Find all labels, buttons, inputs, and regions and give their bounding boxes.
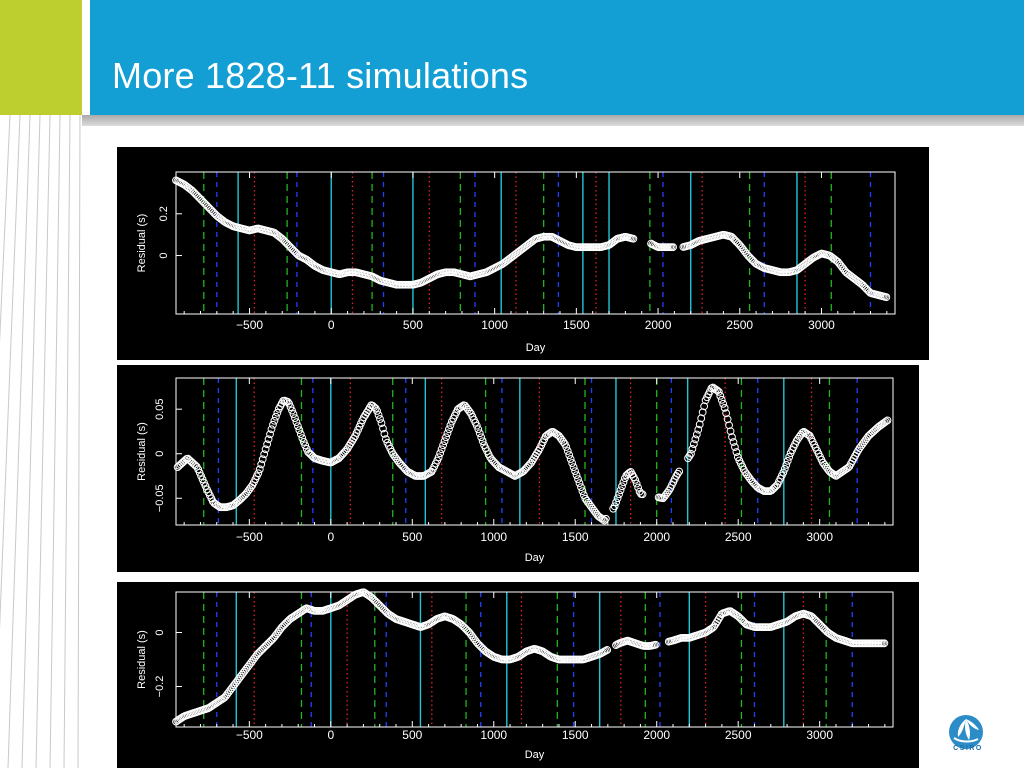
title-shadow bbox=[82, 115, 1024, 126]
chart-2-x-tick-label: 500 bbox=[402, 530, 422, 544]
chart-2-y-axis-label: Residual (s) bbox=[136, 422, 148, 481]
residual-chart-2-svg: −500 0 500 1000 1500 2000 2500 3000 −0.05 0 0.05 Da… bbox=[136, 377, 894, 564]
chart-1-x-tick-label: 1500 bbox=[563, 318, 590, 332]
chart-2-data-point bbox=[574, 475, 582, 484]
chart-2-data-point bbox=[563, 447, 572, 455]
chart-2-data-point bbox=[688, 445, 697, 453]
chart-2-y-tick-label: 0 bbox=[154, 451, 166, 457]
chart-2-data-point bbox=[618, 482, 626, 491]
chart-2-data-point bbox=[569, 463, 578, 471]
chart-2-y-tick-label: 0.05 bbox=[154, 398, 166, 419]
chart-1-x-tick-label: 2500 bbox=[726, 318, 753, 332]
chart-1-x-tick-label: 2000 bbox=[645, 318, 672, 332]
chart-2-data-point bbox=[292, 418, 301, 426]
chart-2-data-point bbox=[577, 483, 585, 492]
residual-chart-2: −500 0 500 1000 1500 2000 2500 3000 −0.05 0 0.05 Da… bbox=[117, 365, 919, 572]
chart-2-data-point bbox=[376, 415, 384, 423]
chart-2-x-tick-label: 3000 bbox=[806, 530, 833, 544]
chart-3-x-tick-label: 2500 bbox=[725, 728, 752, 742]
chart-2-data-point bbox=[634, 483, 643, 492]
chart-3-plot-frame bbox=[175, 591, 894, 728]
chart-1-y-axis-label: Residual (s) bbox=[136, 214, 148, 273]
residual-chart-3-svg: −500 0 500 1000 1500 2000 2500 3000 −0.2 0 Day Resi… bbox=[136, 588, 894, 761]
chart-2-data-point bbox=[575, 479, 584, 488]
chart-2-data-point bbox=[445, 425, 453, 434]
chart-3-series bbox=[172, 588, 889, 726]
chart-2-data-point bbox=[439, 441, 447, 450]
chart-2-y-tick-label: −0.05 bbox=[154, 484, 166, 512]
chart-2-data-point bbox=[270, 416, 279, 425]
chart-2-data-point bbox=[717, 395, 726, 404]
chart-2-data-point bbox=[571, 467, 579, 475]
chart-1-x-tick-label: 0 bbox=[328, 318, 335, 332]
chart-3-y-tick-label: 0 bbox=[154, 629, 166, 635]
chart-3-x-tick-label: −500 bbox=[236, 728, 263, 742]
chart-1-y-tick-label: 0 bbox=[158, 252, 170, 258]
chart-2-data-point bbox=[566, 455, 575, 463]
chart-2-data-point bbox=[619, 478, 628, 487]
chart-1-x-tick-label: 500 bbox=[403, 318, 423, 332]
chart-2-data-point bbox=[296, 430, 305, 439]
chart-2-data-point bbox=[689, 440, 698, 449]
chart-1-x-axis-label: Day bbox=[526, 342, 546, 354]
chart-2-data-point bbox=[565, 451, 574, 459]
chart-1-series bbox=[172, 176, 891, 302]
residual-chart-1-svg: −500 0 500 1000 1500 2000 2500 3000 0 0.2 Day Resid… bbox=[136, 171, 896, 354]
chart-3-x-axis-label: Day bbox=[525, 749, 545, 761]
chart-2-data-point bbox=[692, 430, 701, 439]
chart-1-x-tick-label: 3000 bbox=[808, 318, 835, 332]
chart-2-x-tick-label: 0 bbox=[327, 530, 334, 544]
chart-3-y-tick-label: −0.2 bbox=[154, 676, 166, 698]
chart-1-x-tick-label: 1000 bbox=[481, 318, 508, 332]
chart-2-data-point bbox=[374, 411, 383, 419]
chart-2-x-axis-label: Day bbox=[525, 552, 545, 564]
chart-2-data-point bbox=[273, 408, 282, 417]
chart-2-data-point bbox=[716, 391, 725, 400]
chart-2-data-point bbox=[291, 414, 299, 422]
chart-3-x-tick-label: 2000 bbox=[643, 728, 670, 742]
chart-2-data-point bbox=[477, 433, 486, 442]
chart-2-data-point bbox=[719, 399, 728, 408]
chart-2-data-point bbox=[613, 494, 622, 503]
chart-2-x-tick-label: −500 bbox=[236, 530, 263, 544]
chart-3-x-tick-label: 3000 bbox=[806, 728, 833, 742]
chart-2-data-point bbox=[568, 459, 577, 467]
chart-3-y-axis-label: Residual (s) bbox=[136, 630, 148, 689]
chart-2-x-tick-label: 2500 bbox=[725, 530, 752, 544]
chart-1-x-tick-label: −500 bbox=[236, 318, 263, 332]
chart-2-data-point bbox=[572, 471, 581, 480]
accent-block bbox=[0, 0, 82, 115]
csiro-logo-text: CSIRO bbox=[953, 745, 983, 752]
chart-2-data-point bbox=[436, 449, 445, 458]
residual-chart-3: −500 0 500 1000 1500 2000 2500 3000 −0.2 0 Day Resi… bbox=[117, 582, 919, 768]
chart-2-data-point bbox=[610, 502, 619, 511]
chart-2-data-point bbox=[783, 456, 792, 465]
chart-2-data-point bbox=[616, 486, 625, 495]
residual-chart-1: −500 0 500 1000 1500 2000 2500 3000 0 0.2 Day Resid… bbox=[117, 147, 929, 360]
chart-3-x-tick-label: 1500 bbox=[562, 728, 589, 742]
chart-3-x-tick-label: 1000 bbox=[480, 728, 507, 742]
chart-2-x-tick-label: 1000 bbox=[480, 530, 507, 544]
chart-2-data-point bbox=[442, 433, 450, 442]
chart-2-data-point bbox=[475, 429, 484, 438]
chart-2-x-tick-label: 2000 bbox=[643, 530, 670, 544]
chart-2-data-point bbox=[443, 429, 452, 438]
chart-3-x-tick-label: 0 bbox=[327, 728, 334, 742]
chart-2-data-point bbox=[271, 412, 280, 421]
chart-2-data-point bbox=[269, 420, 277, 429]
chart-3-x-tick-label: 500 bbox=[402, 728, 422, 742]
chart-2-x-tick-label: 1500 bbox=[562, 530, 589, 544]
chart-2-data-point bbox=[293, 422, 302, 431]
chart-2-data-point bbox=[615, 490, 623, 499]
chart-2-data-point bbox=[691, 435, 700, 444]
chart-1-y-tick-label: 0.2 bbox=[158, 206, 170, 221]
slide-title: More 1828-11 simulations bbox=[112, 55, 529, 96]
